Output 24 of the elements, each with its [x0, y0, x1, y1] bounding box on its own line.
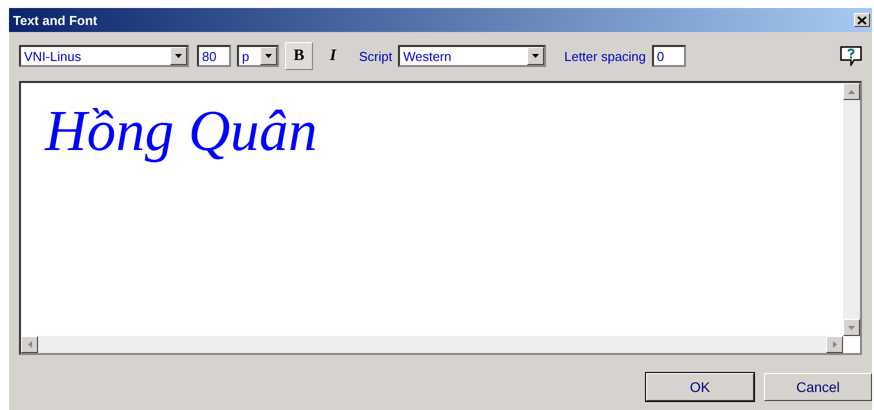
ok-button[interactable]: OK: [646, 373, 754, 401]
preview-text: Hồng Quân: [43, 97, 318, 165]
horizontal-scrollbar[interactable]: [21, 336, 843, 353]
cancel-button[interactable]: Cancel: [764, 373, 872, 401]
unit-dropdown[interactable]: p: [237, 45, 279, 67]
arrow-down-icon: [848, 326, 855, 330]
vertical-scrollbar[interactable]: [843, 83, 860, 336]
arrow-left-icon: [28, 341, 32, 348]
letter-spacing-field[interactable]: 0: [652, 45, 686, 67]
caret-down-icon: [175, 54, 182, 58]
arrow-right-icon: [832, 341, 836, 348]
close-button[interactable]: [854, 13, 870, 27]
caret-down-icon: [265, 54, 272, 58]
text-preview-area[interactable]: Hồng Quân: [19, 81, 862, 355]
caret-down-icon: [532, 54, 540, 58]
bold-button[interactable]: B: [285, 42, 313, 70]
size-field[interactable]: 80: [197, 45, 231, 67]
script-dropdown[interactable]: Western: [398, 45, 546, 67]
letter-spacing-label: Letter spacing: [564, 48, 646, 64]
help-icon[interactable]: [840, 46, 862, 66]
font-dropdown[interactable]: VNI-Linus: [19, 45, 189, 67]
arrow-up-icon: [848, 90, 855, 94]
script-label: Script: [359, 48, 392, 64]
window-title: Text and Font: [13, 12, 98, 28]
